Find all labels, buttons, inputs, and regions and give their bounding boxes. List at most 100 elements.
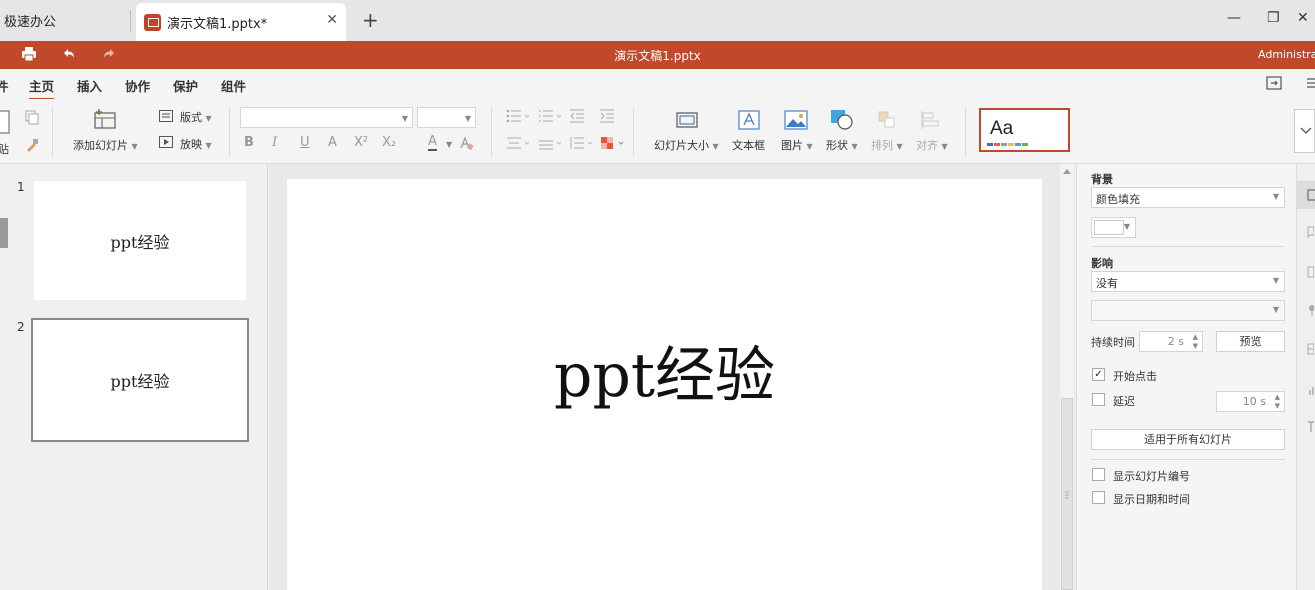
chevron-down-icon: ▼ bbox=[401, 114, 408, 123]
slide-size-icon[interactable] bbox=[676, 111, 698, 132]
copy-icon[interactable] bbox=[24, 109, 40, 128]
shape-icon[interactable] bbox=[830, 109, 854, 134]
italic-button[interactable]: I bbox=[272, 135, 277, 150]
menu-more-icon[interactable] bbox=[1306, 77, 1315, 92]
add-slide-button[interactable]: 添加幻灯片 ▼ bbox=[73, 137, 138, 153]
stepper-down-icon[interactable]: ▼ bbox=[1193, 342, 1198, 350]
textbox-button[interactable]: 文本框 bbox=[732, 137, 765, 153]
play-button[interactable]: 放映 ▼ bbox=[180, 136, 212, 152]
superscript-button[interactable]: X² bbox=[354, 135, 368, 150]
align-objects-button[interactable]: 对齐 ▼ bbox=[916, 137, 948, 153]
panel-handle[interactable] bbox=[0, 218, 8, 248]
slide-title-text[interactable]: ppt经验 bbox=[287, 327, 1042, 414]
user-name[interactable]: Administrato bbox=[1258, 48, 1315, 61]
ribbon-divider bbox=[229, 107, 230, 157]
tab-bar: 极速办公 演示文稿1.pptx* ✕ + — ❐ ✕ bbox=[0, 0, 1315, 41]
decrease-indent-icon[interactable] bbox=[569, 109, 585, 126]
vertical-align-icon[interactable] bbox=[538, 136, 562, 153]
tab-document[interactable]: 演示文稿1.pptx* ✕ bbox=[136, 3, 346, 41]
stepper-up-icon[interactable]: ▲ bbox=[1275, 393, 1280, 401]
menu-file[interactable]: 件 bbox=[0, 76, 9, 95]
add-tab-icon[interactable]: + bbox=[362, 8, 379, 32]
menu-components[interactable]: 组件 bbox=[221, 76, 246, 95]
preview-button[interactable]: 预览 bbox=[1216, 331, 1285, 352]
slide-size-button[interactable]: 幻灯片大小 ▼ bbox=[654, 137, 719, 153]
menu-protect[interactable]: 保护 bbox=[173, 76, 198, 95]
chevron-down-icon[interactable]: ▼ bbox=[446, 140, 452, 149]
slide-canvas[interactable]: ppt经验 bbox=[287, 179, 1042, 590]
paste-label: 贴 bbox=[0, 143, 9, 156]
comment-icon[interactable] bbox=[1300, 225, 1315, 239]
align-objects-icon[interactable] bbox=[920, 110, 940, 133]
clear-format-icon[interactable] bbox=[458, 135, 474, 154]
theme-swatch bbox=[1008, 143, 1014, 146]
slide-thumbnail[interactable]: ppt经验 bbox=[34, 181, 246, 300]
effect-heading: 影响 bbox=[1091, 257, 1113, 270]
font-size-select[interactable]: ▼ bbox=[417, 107, 476, 128]
duration-input[interactable]: 2 s ▲ ▼ bbox=[1139, 331, 1203, 352]
tab-document-label: 演示文稿1.pptx* bbox=[167, 16, 268, 32]
open-location-icon[interactable] bbox=[1266, 76, 1282, 93]
font-family-select[interactable]: ▼ bbox=[240, 107, 413, 128]
show-date-time-checkbox[interactable] bbox=[1092, 491, 1105, 504]
duration-label: 持续时间 bbox=[1091, 336, 1135, 349]
underline-button[interactable]: U bbox=[300, 135, 310, 150]
subscript-button[interactable]: X₂ bbox=[382, 135, 396, 150]
picture-button[interactable]: 图片 ▼ bbox=[781, 137, 813, 153]
theme-preview[interactable]: Aa bbox=[979, 108, 1070, 152]
tab-close-icon[interactable]: ✕ bbox=[326, 12, 338, 28]
layout-icon[interactable] bbox=[159, 110, 173, 125]
scrollbar-thumb[interactable] bbox=[1061, 398, 1073, 590]
apply-to-all-slides-button[interactable]: 适用于所有幻灯片 bbox=[1091, 429, 1285, 450]
start-on-click-checkbox[interactable]: ✓ bbox=[1092, 368, 1105, 381]
show-slide-number-checkbox[interactable] bbox=[1092, 468, 1105, 481]
menu-collaborate[interactable]: 协作 bbox=[125, 76, 150, 95]
menu-home[interactable]: 主页 bbox=[29, 76, 55, 100]
stepper-up-icon[interactable]: ▲ bbox=[1193, 333, 1198, 341]
tab-home[interactable]: 极速办公 bbox=[0, 0, 130, 41]
transition-effect-select[interactable]: 没有 ▼ bbox=[1091, 271, 1285, 292]
numbered-list-icon[interactable] bbox=[538, 109, 562, 126]
add-slide-icon[interactable] bbox=[93, 108, 117, 133]
chevron-down-icon: ▼ bbox=[1272, 305, 1279, 314]
paste-icon[interactable] bbox=[0, 109, 10, 138]
chart-settings-icon[interactable] bbox=[1300, 383, 1314, 397]
slide-thumbnail-selected[interactable]: ppt经验 bbox=[31, 318, 249, 442]
delay-checkbox[interactable] bbox=[1092, 393, 1105, 406]
text-settings-icon[interactable] bbox=[1300, 420, 1314, 434]
ribbon-divider bbox=[52, 107, 53, 157]
restore-icon[interactable]: ❐ bbox=[1267, 10, 1280, 26]
theme-expand-button[interactable] bbox=[1294, 109, 1315, 153]
paragraph-settings-icon[interactable] bbox=[1300, 303, 1315, 317]
picture-icon[interactable] bbox=[784, 110, 808, 133]
delay-input[interactable]: 10 s ▲ ▼ bbox=[1216, 391, 1285, 412]
arrange-label: 排列 bbox=[871, 139, 893, 152]
image-settings-icon[interactable] bbox=[1300, 265, 1315, 279]
arrange-icon[interactable] bbox=[877, 110, 897, 133]
align-text-icon[interactable] bbox=[506, 136, 530, 153]
fill-type-select[interactable]: 颜色填充 ▼ bbox=[1091, 187, 1285, 208]
increase-indent-icon[interactable] bbox=[599, 109, 615, 126]
format-painter-icon[interactable] bbox=[24, 137, 40, 156]
stepper-down-icon[interactable]: ▼ bbox=[1275, 402, 1280, 410]
font-color-button[interactable]: A bbox=[428, 135, 437, 151]
layout-button[interactable]: 版式 ▼ bbox=[180, 109, 212, 125]
shape-fill-icon[interactable] bbox=[600, 136, 626, 153]
close-window-icon[interactable]: ✕ bbox=[1297, 10, 1309, 26]
strikethrough-button[interactable]: A bbox=[328, 135, 337, 150]
vertical-scrollbar[interactable] bbox=[1060, 164, 1074, 590]
bullet-list-icon[interactable] bbox=[506, 109, 530, 126]
theme-swatch bbox=[1015, 143, 1021, 146]
arrange-button[interactable]: 排列 ▼ bbox=[871, 137, 903, 153]
slide-settings-tab[interactable] bbox=[1297, 181, 1315, 209]
minimize-icon[interactable]: — bbox=[1227, 10, 1241, 26]
effect-option-select[interactable]: ▼ bbox=[1091, 300, 1285, 321]
textbox-icon[interactable] bbox=[738, 110, 760, 133]
play-icon[interactable] bbox=[159, 136, 173, 151]
shape-button[interactable]: 形状 ▼ bbox=[826, 137, 858, 153]
table-settings-icon[interactable] bbox=[1300, 342, 1315, 356]
bold-button[interactable]: B bbox=[244, 135, 254, 150]
menu-insert[interactable]: 插入 bbox=[77, 76, 102, 95]
line-spacing-icon[interactable] bbox=[569, 136, 593, 153]
fill-color-picker[interactable]: ▼ bbox=[1091, 217, 1136, 238]
